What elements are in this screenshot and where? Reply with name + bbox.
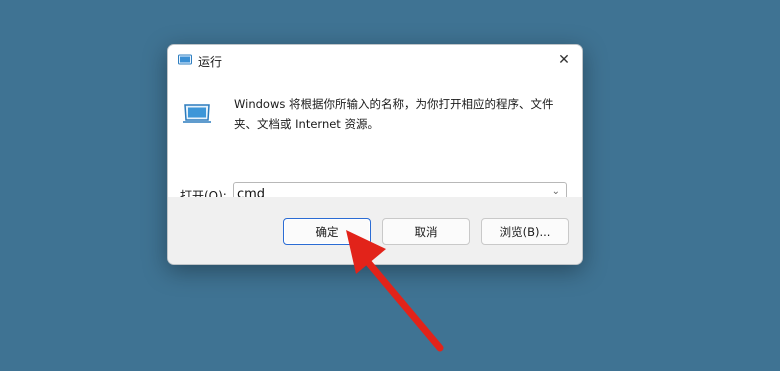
cancel-button[interactable]: 取消: [382, 218, 470, 245]
ok-button[interactable]: 确定: [283, 218, 371, 245]
run-dialog-icon: [178, 54, 192, 65]
dialog-titlebar: 运行 ✕: [168, 45, 582, 77]
dialog-description: Windows 将根据你所输入的名称，为你打开相应的程序、文件夹、文档或 Int…: [234, 97, 554, 131]
dialog-footer: 确定 取消 浏览(B)...: [168, 197, 582, 264]
dialog-body: Windows 将根据你所输入的名称，为你打开相应的程序、文件夹、文档或 Int…: [168, 77, 582, 206]
browse-button[interactable]: 浏览(B)...: [481, 218, 569, 245]
close-button[interactable]: ✕: [552, 49, 576, 71]
run-dialog: 运行 ✕ Windows 将根据你所输入的名称，为你打开相应的程序、文件夹、文档…: [167, 44, 583, 265]
close-icon: ✕: [558, 52, 570, 68]
run-dialog-icon: [183, 104, 211, 123]
dialog-title: 运行: [198, 55, 223, 69]
chevron-down-icon[interactable]: ⌄: [552, 186, 560, 197]
